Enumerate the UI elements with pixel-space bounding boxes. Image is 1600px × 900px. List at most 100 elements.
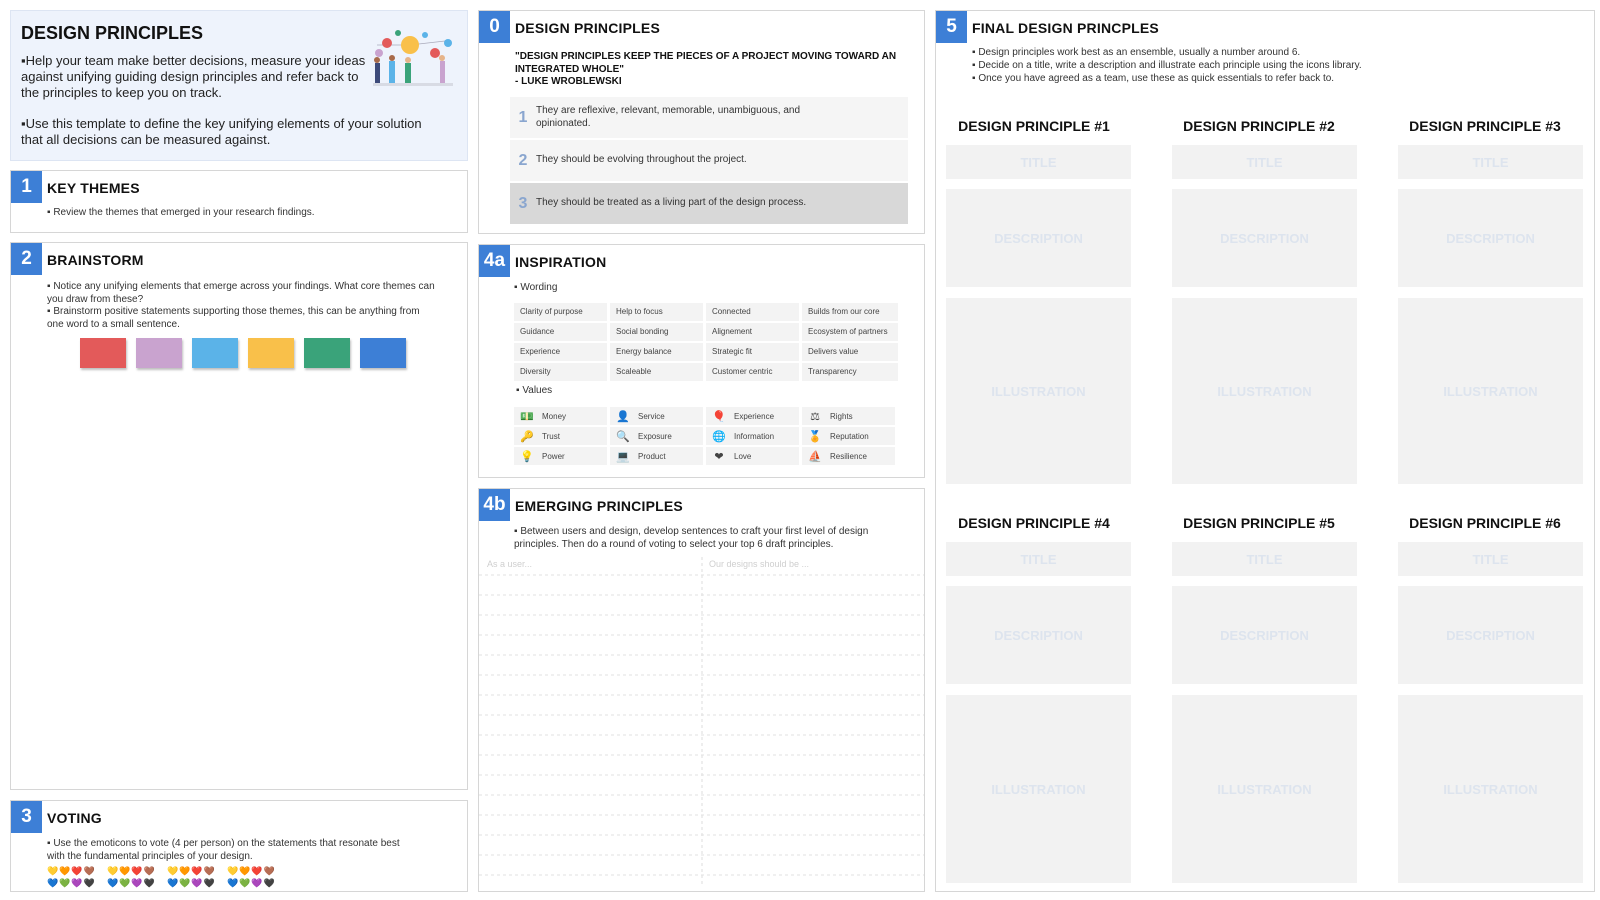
inspiration-panel: 4a INSPIRATION Wording Clarity of purpos…: [478, 244, 925, 478]
brainstorm-bullet-2: Brainstorm positive statements supportin…: [47, 306, 437, 331]
wording-chip[interactable]: Help to focus: [610, 303, 703, 321]
wording-chip[interactable]: Scaleable: [610, 363, 703, 381]
product-icon: 💻: [616, 450, 630, 463]
service-icon: 👤: [616, 410, 630, 423]
principle-6-illustration-field[interactable]: ILLUSTRATION: [1398, 695, 1583, 883]
principle-2-illustration-field[interactable]: ILLUSTRATION: [1172, 298, 1357, 484]
sticky-note-blue[interactable]: [360, 338, 406, 368]
wording-chip[interactable]: Clarity of purpose: [514, 303, 607, 321]
sticky-note-red[interactable]: [80, 338, 126, 368]
heart-vote-set-3[interactable]: 💛🧡❤️🤎 💙💚💜🖤: [167, 865, 216, 889]
value-chip[interactable]: 🔍 Exposure: [610, 427, 703, 445]
principle-1-description-field[interactable]: DESCRIPTION: [946, 189, 1131, 287]
wording-chip[interactable]: Delivers value: [802, 343, 898, 361]
principle-5-illustration-field[interactable]: ILLUSTRATION: [1172, 695, 1357, 883]
values-grid: 💵 Money 👤 Service 🎈 Experience ⚖ Rights 🔑 Tru…: [514, 407, 895, 465]
wording-chip[interactable]: Builds from our core: [802, 303, 898, 321]
principle-3-title-field[interactable]: TITLE: [1398, 145, 1583, 179]
principle-1-illustration-field[interactable]: ILLUSTRATION: [946, 298, 1131, 484]
wording-chip[interactable]: Transparency: [802, 363, 898, 381]
intro-paragraph-2: Use this template to define the key unif…: [21, 116, 441, 148]
intro-title: DESIGN PRINCIPLES: [21, 23, 204, 43]
wording-grid: Clarity of purpose Help to focus Connect…: [514, 303, 898, 381]
design-principle-heading-1: DESIGN PRINCIPLE #1: [958, 118, 1110, 134]
value-chip[interactable]: 🔑 Trust: [514, 427, 607, 445]
principles-quote: "DESIGN PRINCIPLES KEEP THE PIECES OF A …: [515, 51, 905, 89]
heart-vote-set-2[interactable]: 💛🧡❤️🤎 💙💚💜🖤: [107, 865, 156, 889]
money-icon: 💵: [520, 410, 534, 423]
balloon-icon: 🎈: [712, 410, 726, 423]
lightbulb-icon: 💡: [520, 450, 534, 463]
wording-chip[interactable]: Strategic fit: [706, 343, 799, 361]
section-title: KEY THEMES: [47, 180, 140, 196]
wording-chip[interactable]: Ecosystem of partners: [802, 323, 898, 341]
emerging-lines-grid: [479, 557, 924, 887]
design-principle-heading-4: DESIGN PRINCIPLE #4: [958, 515, 1110, 531]
value-chip[interactable]: 💻 Product: [610, 447, 703, 465]
section-title: EMERGING PRINCIPLES: [515, 498, 683, 514]
wording-chip[interactable]: Alignement: [706, 323, 799, 341]
value-chip[interactable]: ⛵ Resilience: [802, 447, 895, 465]
scales-icon: ⚖: [810, 410, 820, 423]
value-chip[interactable]: ⚖ Rights: [802, 407, 895, 425]
section-title: BRAINSTORM: [47, 252, 144, 268]
section-number: 1: [11, 171, 42, 203]
heart-vote-set-4[interactable]: 💛🧡❤️🤎 💙💚💜🖤: [227, 865, 276, 889]
principle-5-title-field[interactable]: TITLE: [1172, 542, 1357, 576]
brainstorm-bullet-1: Notice any unifying elements that emerge…: [47, 281, 437, 306]
principle-2-title-field[interactable]: TITLE: [1172, 145, 1357, 179]
section-number: 3: [11, 801, 42, 833]
value-chip[interactable]: ❤ Love: [706, 447, 799, 465]
design-principle-heading-2: DESIGN PRINCIPLE #2: [1183, 118, 1335, 134]
principle-4-illustration-field[interactable]: ILLUSTRATION: [946, 695, 1131, 883]
medal-icon: 🏅: [808, 430, 822, 443]
final-bullet-1: Design principles work best as an ensemb…: [972, 47, 1300, 60]
wording-chip[interactable]: Diversity: [514, 363, 607, 381]
voting-bullet: Use the emoticons to vote (4 per person)…: [47, 838, 407, 863]
intro-panel: DESIGN PRINCIPLES Help your team make be…: [10, 10, 468, 161]
sticky-note-purple[interactable]: [136, 338, 182, 368]
section-title: VOTING: [47, 810, 102, 826]
key-themes-bullet: Review the themes that emerged in your r…: [47, 207, 314, 220]
value-chip[interactable]: 🌐 Information: [706, 427, 799, 445]
principle-3-illustration-field[interactable]: ILLUSTRATION: [1398, 298, 1583, 484]
wording-chip[interactable]: Energy balance: [610, 343, 703, 361]
principle-1-title-field[interactable]: TITLE: [946, 145, 1131, 179]
principle-6-title-field[interactable]: TITLE: [1398, 542, 1583, 576]
wording-chip[interactable]: Connected: [706, 303, 799, 321]
principle-5-description-field[interactable]: DESCRIPTION: [1172, 586, 1357, 684]
principle-3-description-field[interactable]: DESCRIPTION: [1398, 189, 1583, 287]
principle-6-description-field[interactable]: DESCRIPTION: [1398, 586, 1583, 684]
final-bullet-2: Decide on a title, write a description a…: [972, 60, 1361, 73]
value-chip[interactable]: 💵 Money: [514, 407, 607, 425]
heart-vote-set-1[interactable]: 💛🧡❤️🤎 💙💚💜🖤: [47, 865, 96, 889]
wording-chip[interactable]: Guidance: [514, 323, 607, 341]
principles-panel: 0 DESIGN PRINCIPLES "DESIGN PRINCIPLES K…: [478, 10, 925, 234]
wording-chip[interactable]: Experience: [514, 343, 607, 361]
value-chip[interactable]: 👤 Service: [610, 407, 703, 425]
heart-icon: ❤: [714, 450, 724, 463]
sticky-note-yellow[interactable]: [248, 338, 294, 368]
value-chip[interactable]: 🎈 Experience: [706, 407, 799, 425]
principle-rule-2: 2 They should be evolving throughout the …: [510, 140, 908, 181]
section-title: DESIGN PRINCIPLES: [515, 20, 660, 36]
quote-author: - LUKE WROBLEWSKI: [515, 76, 622, 87]
emerging-principles-panel[interactable]: 4b EMERGING PRINCIPLES Between users and…: [478, 488, 925, 892]
wording-chip[interactable]: Social bonding: [610, 323, 703, 341]
brainstorm-panel[interactable]: 2 BRAINSTORM Notice any unifying element…: [10, 242, 468, 790]
final-principles-panel: 5 FINAL DESIGN PRINCPLES Design principl…: [935, 10, 1595, 892]
intro-paragraph-1: Help your team make better decisions, me…: [21, 53, 366, 101]
values-label: Values: [516, 385, 552, 398]
value-chip[interactable]: 💡 Power: [514, 447, 607, 465]
sticky-note-light-blue[interactable]: [192, 338, 238, 368]
voting-panel: 3 VOTING Use the emoticons to vote (4 pe…: [10, 800, 468, 892]
value-chip[interactable]: 🏅 Reputation: [802, 427, 895, 445]
wording-chip[interactable]: Customer centric: [706, 363, 799, 381]
emerging-bullet: Between users and design, develop senten…: [514, 526, 914, 551]
boat-icon: ⛵: [808, 450, 822, 463]
principle-2-description-field[interactable]: DESCRIPTION: [1172, 189, 1357, 287]
section-title: INSPIRATION: [515, 254, 607, 270]
principle-4-description-field[interactable]: DESCRIPTION: [946, 586, 1131, 684]
sticky-note-green[interactable]: [304, 338, 350, 368]
principle-4-title-field[interactable]: TITLE: [946, 542, 1131, 576]
